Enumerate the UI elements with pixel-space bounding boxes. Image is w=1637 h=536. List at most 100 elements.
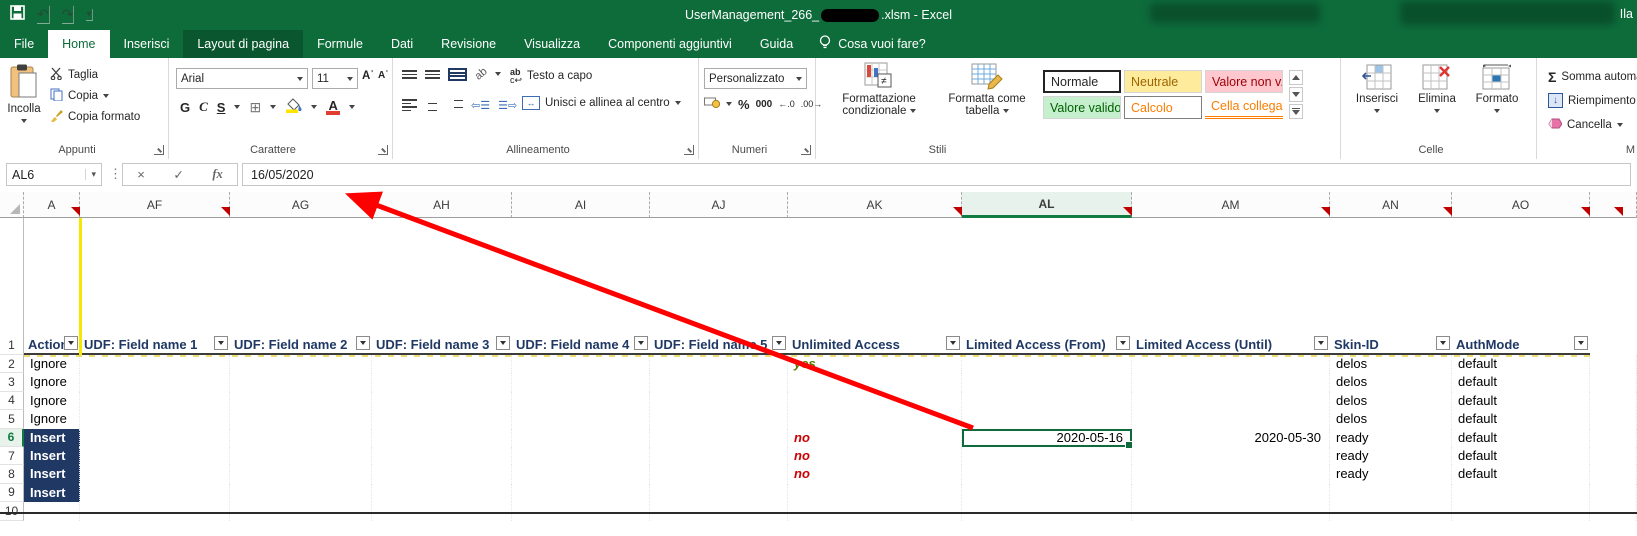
field-header-Limited Access (From)[interactable]: Limited Access (From) (962, 218, 1132, 355)
cell-AN8[interactable]: ready (1330, 465, 1452, 483)
field-header-UDF: Field name 3[interactable]: UDF: Field name 3 (372, 218, 512, 355)
formula-bar-splitter[interactable]: ⋮ (109, 166, 122, 182)
cell-AJ6[interactable] (650, 429, 788, 447)
cell-AO4[interactable]: default (1452, 392, 1590, 410)
cell-style-calcolo[interactable]: Calcolo (1124, 96, 1202, 119)
font-color-icon[interactable]: A (326, 100, 340, 115)
cell-AJ4[interactable] (650, 392, 788, 410)
filter-dropdown-icon[interactable] (1314, 336, 1328, 350)
row-header-6[interactable]: 6 (0, 429, 24, 447)
cell-AK8[interactable]: no (788, 465, 962, 483)
cell-AM9[interactable] (1132, 484, 1330, 502)
cell-AI4[interactable] (512, 392, 650, 410)
cell-A2[interactable]: Ignore (24, 355, 80, 373)
cell-AO5[interactable]: default (1452, 410, 1590, 428)
font-color-dropdown[interactable] (349, 105, 355, 109)
cell-AF8[interactable] (80, 465, 230, 483)
allineamento-dialog-launcher[interactable] (684, 145, 694, 155)
paste-button[interactable]: Incolla (4, 64, 44, 127)
row-header-2[interactable]: 2 (0, 355, 24, 373)
filter-dropdown-icon[interactable] (946, 336, 960, 350)
appunti-dialog-launcher[interactable] (154, 145, 164, 155)
cell-style-normale[interactable]: Normale (1043, 70, 1121, 93)
cell-AH7[interactable] (372, 447, 512, 465)
numeri-dialog-launcher[interactable] (801, 145, 811, 155)
cell-A7[interactable]: Insert (24, 447, 80, 465)
cell-AO7[interactable]: default (1452, 447, 1590, 465)
column-header-AF[interactable]: AF (80, 192, 230, 218)
cell-AL4[interactable] (962, 392, 1132, 410)
field-header-Skin-ID[interactable]: Skin-ID (1330, 218, 1452, 355)
column-header-AN[interactable]: AN (1330, 192, 1452, 218)
underline-dropdown[interactable] (234, 105, 240, 109)
cell-AH8[interactable] (372, 465, 512, 483)
cell-AJ9[interactable] (650, 484, 788, 502)
cell-AL5[interactable] (962, 410, 1132, 428)
font-size-select[interactable]: 11 (312, 68, 358, 89)
cell-AN6[interactable]: ready (1330, 429, 1452, 447)
column-header-AJ[interactable]: AJ (650, 192, 788, 218)
filter-dropdown-icon[interactable] (496, 336, 510, 350)
name-box[interactable]: AL6 ▾ (6, 163, 102, 186)
cell-AJ7[interactable] (650, 447, 788, 465)
cell-AL7[interactable] (962, 447, 1132, 465)
cell-AF9[interactable] (80, 484, 230, 502)
tell-me-box[interactable]: Cosa vuoi fare? (807, 30, 938, 58)
cell-AH3[interactable] (372, 373, 512, 391)
cell-AG4[interactable] (230, 392, 372, 410)
cell-AH6[interactable] (372, 429, 512, 447)
cell-AO6[interactable]: default (1452, 429, 1590, 447)
currency-dropdown[interactable] (726, 102, 732, 106)
cell-A3[interactable]: Ignore (24, 373, 80, 391)
tab-guida[interactable]: Guida (746, 30, 807, 58)
filter-dropdown-icon[interactable] (772, 336, 786, 350)
cell-AP5[interactable] (1590, 410, 1637, 428)
cell-A9[interactable]: Insert (24, 484, 80, 502)
cell-AI2[interactable] (512, 355, 650, 373)
cell-AL3[interactable] (962, 373, 1132, 391)
orientation-icon[interactable]: ab (473, 66, 490, 83)
field-header-Limited Access (Until)[interactable]: Limited Access (Until) (1132, 218, 1330, 355)
cell-AG6[interactable] (230, 429, 372, 447)
tab-file[interactable]: File (0, 30, 48, 58)
comma-style-icon[interactable]: 000 (756, 99, 773, 110)
paste-dropdown[interactable] (21, 119, 27, 123)
tab-inserisci[interactable]: Inserisci (110, 30, 184, 58)
row-header-3[interactable]: 3 (0, 373, 24, 391)
copy-button[interactable]: Copia (50, 85, 140, 106)
column-header-AG[interactable]: AG (230, 192, 372, 218)
cell-AJ8[interactable] (650, 465, 788, 483)
cell-AN5[interactable]: delos (1330, 410, 1452, 428)
column-header-AH[interactable]: AH (372, 192, 512, 218)
cell-AK9[interactable] (788, 484, 962, 502)
wrap-text-button[interactable]: abc↩ Testo a capo (510, 68, 592, 84)
field-header-AuthMode[interactable]: AuthMode (1452, 218, 1590, 355)
cell-AG5[interactable] (230, 410, 372, 428)
percent-icon[interactable]: % (738, 97, 750, 112)
format-cells-button[interactable]: Formato (1468, 64, 1526, 117)
filter-dropdown-icon[interactable] (214, 336, 228, 350)
cell-AF5[interactable] (80, 410, 230, 428)
cell-AP9[interactable] (1590, 484, 1637, 502)
cell-AK4[interactable] (788, 392, 962, 410)
row-header-7[interactable]: 7 (0, 447, 24, 465)
cell-AH5[interactable] (372, 410, 512, 428)
align-bottom-icon[interactable] (448, 68, 467, 81)
cell-A5[interactable]: Ignore (24, 410, 80, 428)
cell-AI9[interactable] (512, 484, 650, 502)
cell-A4[interactable]: Ignore (24, 392, 80, 410)
increase-decimal-icon[interactable]: ←.0 (778, 99, 795, 109)
cell-AJ3[interactable] (650, 373, 788, 391)
tab-layout-di-pagina[interactable]: Layout di pagina (183, 30, 303, 58)
increase-indent-icon[interactable]: ☰⇨ (498, 99, 517, 112)
row-header-9[interactable]: 9 (0, 484, 24, 502)
cell-AK7[interactable]: no (788, 447, 962, 465)
cell-AH9[interactable] (372, 484, 512, 502)
cell-AF6[interactable] (80, 429, 230, 447)
merge-center-button[interactable]: ↔ Unisci e allinea al centro (522, 96, 681, 110)
field-header-UDF: Field name 5[interactable]: UDF: Field name 5 (650, 218, 788, 355)
align-top-icon[interactable] (402, 70, 417, 79)
align-middle-icon[interactable] (425, 70, 440, 79)
cell-AO2[interactable]: default (1452, 355, 1590, 373)
cell-AF3[interactable] (80, 373, 230, 391)
